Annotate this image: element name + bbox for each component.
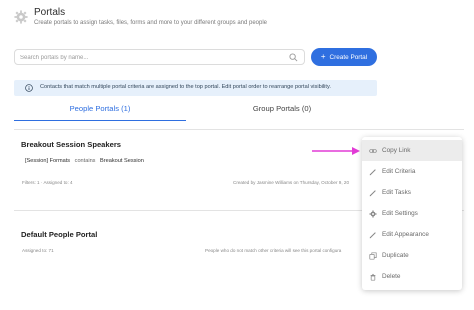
- info-icon: [25, 84, 33, 92]
- trash-icon: [370, 273, 376, 281]
- menu-item-label: Edit Tasks: [382, 189, 412, 196]
- search-icon[interactable]: [289, 53, 298, 62]
- info-banner: Contacts that match multiple portal crit…: [14, 80, 377, 96]
- menu-item-label: Edit Appearance: [382, 231, 429, 238]
- gear-icon: [14, 10, 28, 24]
- portal-name: Default People Portal: [21, 230, 98, 239]
- portal-stats: Assigned to: 71: [22, 248, 54, 253]
- portal-actions-menu: Copy Link Edit Criteria Edit Tasks Edit …: [362, 137, 462, 290]
- create-portal-label: Create Portal: [329, 53, 368, 61]
- menu-item-label: Edit Criteria: [382, 168, 416, 175]
- tab-people-portals[interactable]: People Portals (1): [14, 104, 186, 121]
- criteria-value: Breakout Session: [100, 158, 144, 164]
- criteria-operator: contains: [74, 158, 96, 164]
- portal-tabs: People Portals (1) Group Portals (0): [14, 104, 377, 122]
- page-title: Portals: [34, 7, 66, 18]
- annotation-arrow: [312, 147, 360, 155]
- criteria-field: [Session] Formats: [25, 158, 71, 164]
- menu-item-label: Copy Link: [382, 147, 411, 154]
- link-icon: [369, 148, 377, 153]
- portal-created-info: Created by Jasmine Williams on Thursday,…: [233, 180, 349, 185]
- portal-description: People who do not match other criteria w…: [205, 248, 342, 253]
- menu-item-copy-link[interactable]: Copy Link: [362, 140, 462, 161]
- portal-name: Breakout Session Speakers: [21, 140, 122, 149]
- search-input[interactable]: [20, 52, 275, 63]
- pencil-icon: [369, 189, 376, 196]
- menu-item-edit-appearance[interactable]: Edit Appearance: [362, 224, 462, 245]
- pencil-icon: [369, 168, 376, 175]
- menu-item-label: Delete: [382, 273, 401, 280]
- gear-icon: [369, 209, 377, 218]
- menu-item-edit-tasks[interactable]: Edit Tasks: [362, 182, 462, 203]
- tab-people-portals-label: People Portals (1): [69, 104, 131, 113]
- portal-stats: Filters: 1 · Assigned to: 4: [22, 180, 73, 185]
- tab-group-portals[interactable]: Group Portals (0): [196, 104, 368, 120]
- menu-item-duplicate[interactable]: Duplicate: [362, 245, 462, 266]
- search-box[interactable]: [14, 49, 305, 65]
- menu-item-edit-settings[interactable]: Edit Settings: [362, 203, 462, 224]
- info-text: Contacts that match multiple portal crit…: [40, 84, 331, 90]
- create-portal-button[interactable]: + Create Portal: [311, 48, 377, 66]
- portal-criteria: [Session] Formats contains Breakout Sess…: [25, 158, 144, 164]
- tab-group-portals-label: Group Portals (0): [252, 104, 312, 113]
- duplicate-icon: [369, 251, 377, 260]
- page-subtitle: Create portals to assign tasks, files, f…: [34, 20, 268, 26]
- menu-item-label: Edit Settings: [382, 210, 418, 217]
- menu-item-label: Duplicate: [382, 252, 409, 259]
- plus-icon: +: [320, 52, 326, 61]
- menu-item-edit-criteria[interactable]: Edit Criteria: [362, 161, 462, 182]
- active-tab-indicator: [14, 120, 186, 121]
- pencil-icon: [369, 231, 376, 238]
- page-header: Portals Create portals to assign tasks, …: [14, 6, 464, 34]
- menu-item-delete[interactable]: Delete: [362, 266, 462, 287]
